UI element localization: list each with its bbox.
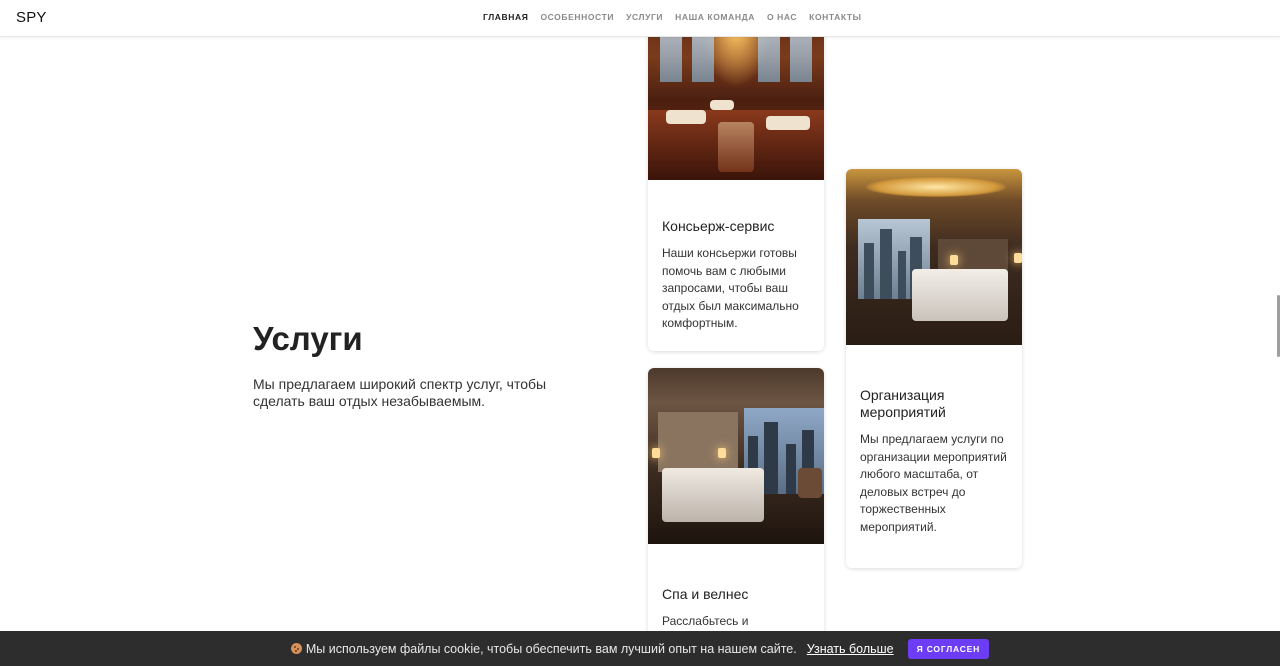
nav-item-services[interactable]: УСЛУГИ [626, 12, 663, 22]
nav-item-features[interactable]: ОСОБЕННОСТИ [540, 12, 614, 22]
service-card-concierge: Консьерж-сервис Наши консьержи готовы по… [648, 4, 824, 351]
nav-item-about[interactable]: О НАС [767, 12, 797, 22]
cookie-learn-more-link[interactable]: Узнать больше [807, 642, 894, 656]
main-nav: ГЛАВНАЯ ОСОБЕННОСТИ УСЛУГИ НАША КОМАНДА … [483, 12, 862, 22]
service-card-text: Расслабьтесь и [662, 614, 749, 628]
services-description: Мы предлагаем широкий спектр услуг, чтоб… [253, 376, 547, 409]
service-card-title: Организация мероприятий [860, 387, 946, 420]
nav-item-home[interactable]: ГЛАВНАЯ [483, 12, 528, 22]
service-card-text: Наши консьержи готовы помочь вам с любым… [662, 246, 799, 331]
services-heading: Услуги [253, 320, 363, 357]
top-navbar: SPY ГЛАВНАЯ ОСОБЕННОСТИ УСЛУГИ НАША КОМА… [0, 0, 1280, 37]
cookie-banner: Мы используем файлы cookie, чтобы обеспе… [0, 631, 1280, 666]
nav-item-contacts[interactable]: КОНТАКТЫ [809, 12, 861, 22]
cookie-message: Мы используем файлы cookie, чтобы обеспе… [305, 641, 797, 656]
cookie-accept-button[interactable]: Я СОГЛАСЕН [907, 638, 990, 659]
service-card-title: Консьерж-сервис [662, 218, 775, 234]
brand-logo[interactable]: SPY [16, 9, 47, 26]
service-card-spa: Спа и велнес Расслабьтесь и [648, 368, 824, 666]
cookie-icon [290, 642, 302, 654]
bedroom-image [648, 368, 824, 544]
service-card-events: Организация мероприятий Мы предлагаем ус… [846, 169, 1022, 568]
nav-item-team[interactable]: НАША КОМАНДА [675, 12, 755, 22]
bedroom-image [846, 169, 1022, 345]
service-card-text: Мы предлагаем услуги по организации меро… [860, 432, 1007, 534]
service-card-title: Спа и велнес [662, 586, 749, 602]
